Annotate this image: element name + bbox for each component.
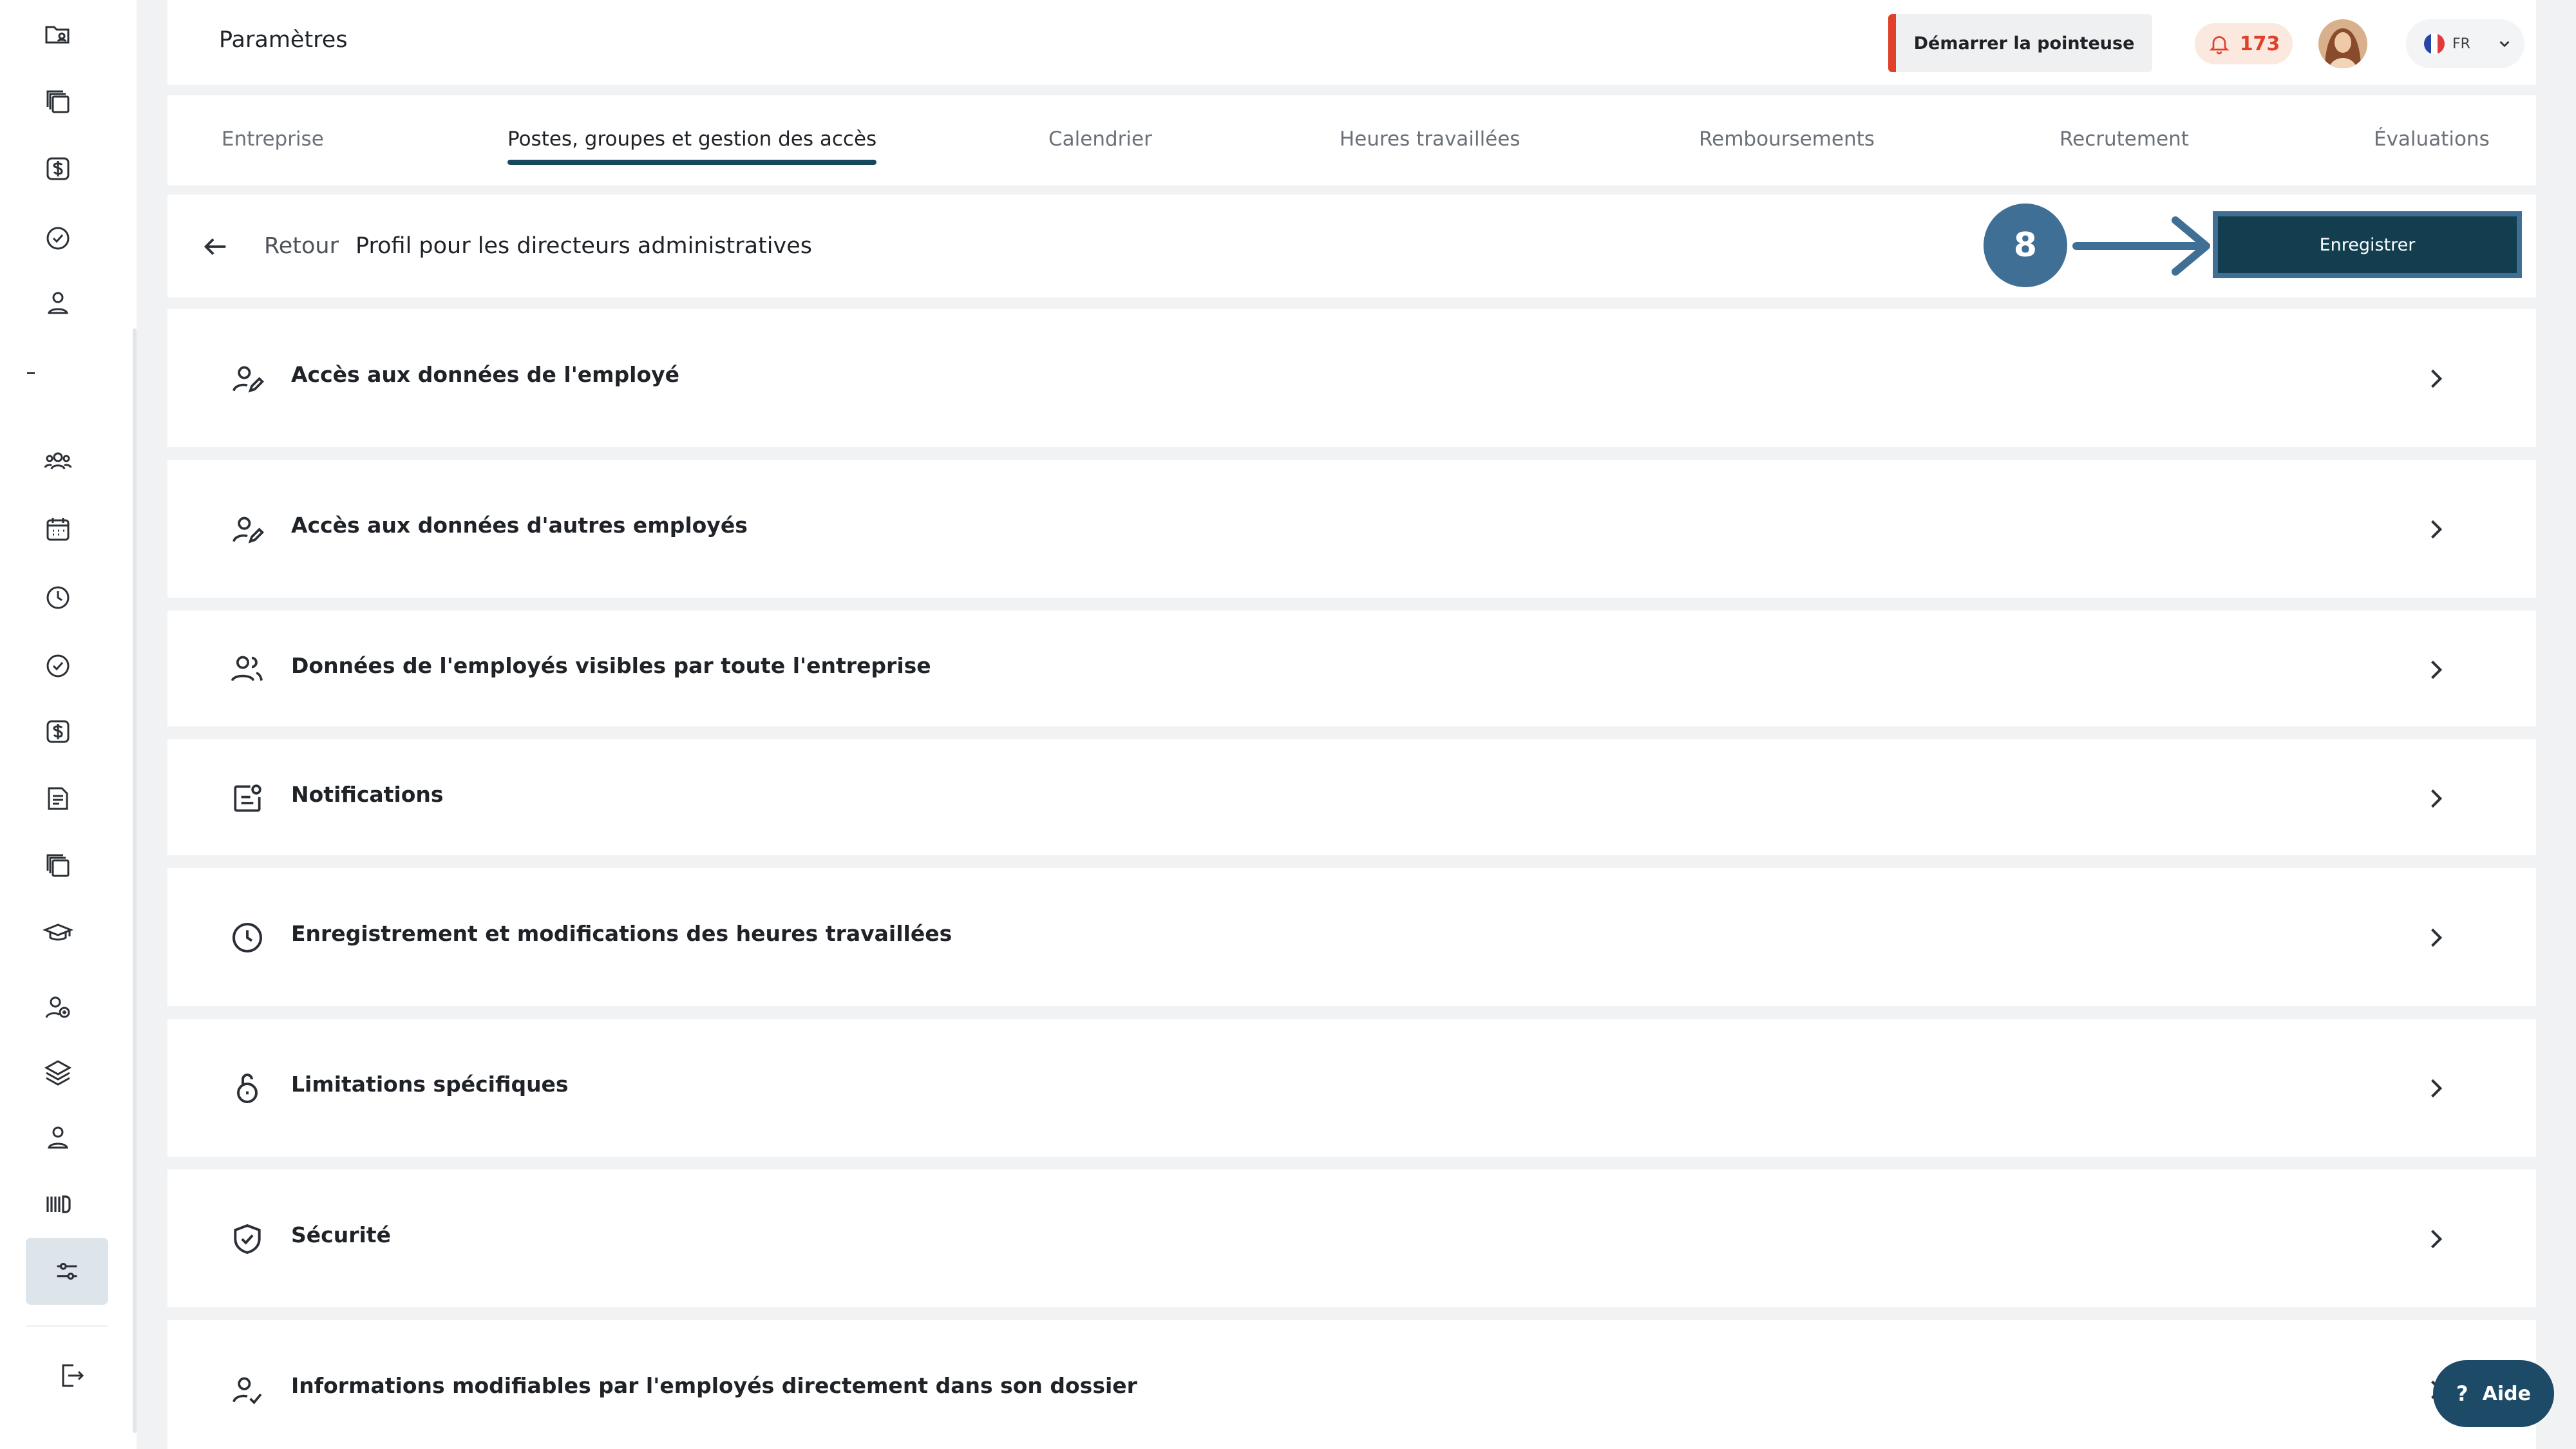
page-title: Paramètres xyxy=(219,27,348,53)
graduation-cap-icon[interactable] xyxy=(39,913,77,952)
copy-icon[interactable] xyxy=(39,846,77,885)
clock-icon xyxy=(232,923,262,952)
layers-icon[interactable] xyxy=(39,1052,77,1091)
chevron-right-icon xyxy=(2431,369,2443,388)
copy-icon[interactable] xyxy=(39,82,77,121)
section-row-employee-editable-info[interactable]: Informations modifiables par l'employés … xyxy=(167,1320,2536,1449)
section-row-employee-data-access[interactable]: Accès aux données de l'employé xyxy=(167,309,2536,447)
sidebar-item-settings[interactable] xyxy=(26,1238,108,1305)
tab-evaluations[interactable]: Évaluations xyxy=(2374,128,2490,151)
tab-recrutement[interactable]: Recrutement xyxy=(2060,128,2189,151)
chevron-down-icon xyxy=(2499,41,2510,48)
chevron-right-icon xyxy=(2431,520,2443,539)
section-row-hours-recording[interactable]: Enregistrement et modifications des heur… xyxy=(167,868,2536,1006)
clock-icon[interactable] xyxy=(39,578,77,617)
section-label: Sécurité xyxy=(291,1222,391,1247)
active-tab-indicator xyxy=(507,160,877,165)
dollar-icon[interactable] xyxy=(39,149,77,188)
sidebar-scrollbar[interactable] xyxy=(133,328,137,1433)
logout-icon[interactable] xyxy=(52,1356,90,1395)
sidebar-divider xyxy=(27,372,35,374)
user-check-icon xyxy=(232,1377,262,1405)
section-label: Accès aux données d'autres employés xyxy=(291,513,748,538)
tab-heures-travaillees[interactable]: Heures travaillées xyxy=(1340,128,1520,151)
top-header: Paramètres Démarrer la pointeuse 173 FR xyxy=(167,0,2536,85)
users-icon xyxy=(231,656,263,681)
section-row-company-visible-data[interactable]: Données de l'employés visibles par toute… xyxy=(167,611,2536,726)
sliders-icon xyxy=(57,1262,77,1280)
tab-remboursements[interactable]: Remboursements xyxy=(1699,128,1875,151)
back-link[interactable]: Retour xyxy=(264,233,339,259)
chevron-right-icon xyxy=(2431,1229,2443,1249)
team-icon[interactable] xyxy=(39,442,77,480)
dollar-icon[interactable] xyxy=(39,712,77,751)
notification-button[interactable]: 173 xyxy=(2195,23,2293,64)
chevron-right-icon xyxy=(2431,928,2443,947)
user-edit-icon xyxy=(232,516,264,544)
barcode-icon[interactable] xyxy=(39,1185,77,1224)
document-icon[interactable] xyxy=(39,779,77,818)
user-icon[interactable] xyxy=(39,283,77,322)
sidebar xyxy=(0,0,137,1449)
profile-title: Profil pour les directeurs administrativ… xyxy=(355,233,813,259)
section-label: Enregistrement et modifications des heur… xyxy=(291,921,952,946)
step-pointer-arrow xyxy=(2072,216,2210,276)
section-label: Notifications xyxy=(291,782,444,807)
check-circle-icon[interactable] xyxy=(39,647,77,685)
section-row-notifications[interactable]: Notifications xyxy=(167,739,2536,855)
back-arrow-icon[interactable] xyxy=(201,232,231,261)
help-label: Aide xyxy=(2482,1382,2531,1405)
language-selector[interactable]: FR xyxy=(2406,19,2524,68)
lock-icon xyxy=(237,1074,258,1103)
tab-calendrier[interactable]: Calendrier xyxy=(1048,128,1152,151)
calendar-icon[interactable] xyxy=(39,510,77,549)
settings-tabs: Entreprise Postes, groupes et gestion de… xyxy=(167,95,2536,185)
section-label: Limitations spécifiques xyxy=(291,1072,569,1097)
notification-count: 173 xyxy=(2239,32,2280,55)
user-add-icon[interactable] xyxy=(39,988,77,1027)
check-circle-icon[interactable] xyxy=(39,219,77,258)
user-edit-icon xyxy=(232,366,264,393)
tab-entreprise[interactable]: Entreprise xyxy=(222,128,324,151)
section-row-other-employees-data-access[interactable]: Accès aux données d'autres employés xyxy=(167,460,2536,598)
section-label: Informations modifiables par l'employés … xyxy=(291,1373,1137,1398)
help-button[interactable]: ? Aide xyxy=(2433,1360,2554,1427)
section-label: Données de l'employés visibles par toute… xyxy=(291,653,931,678)
avatar[interactable] xyxy=(2318,19,2367,68)
tab-postes-groupes-acces[interactable]: Postes, groupes et gestion des accès xyxy=(507,128,877,165)
start-clock-button[interactable]: Démarrer la pointeuse xyxy=(1888,14,2152,72)
logout-area xyxy=(26,1325,108,1443)
section-label: Accès aux données de l'employé xyxy=(291,362,680,387)
section-row-specific-limitations[interactable]: Limitations spécifiques xyxy=(167,1019,2536,1157)
folder-user-icon[interactable] xyxy=(39,15,77,54)
profile-header: Retour Profil pour les directeurs admini… xyxy=(167,194,2536,298)
chevron-right-icon xyxy=(2431,1079,2443,1098)
save-button[interactable]: Enregistrer xyxy=(2213,211,2522,278)
bell-icon xyxy=(2209,36,2229,55)
section-row-security[interactable]: Sécurité xyxy=(167,1170,2536,1307)
language-code: FR xyxy=(2452,35,2470,52)
shield-check-icon xyxy=(234,1224,261,1255)
step-badge: 8 xyxy=(1984,204,2067,287)
chevron-right-icon xyxy=(2431,660,2443,679)
tab-label: Postes, groupes et gestion des accès xyxy=(507,128,877,151)
france-flag-icon xyxy=(2424,33,2445,54)
notification-card-icon xyxy=(234,784,261,812)
question-mark-icon: ? xyxy=(2456,1381,2468,1406)
user-icon[interactable] xyxy=(39,1118,77,1157)
chevron-right-icon xyxy=(2431,789,2443,808)
